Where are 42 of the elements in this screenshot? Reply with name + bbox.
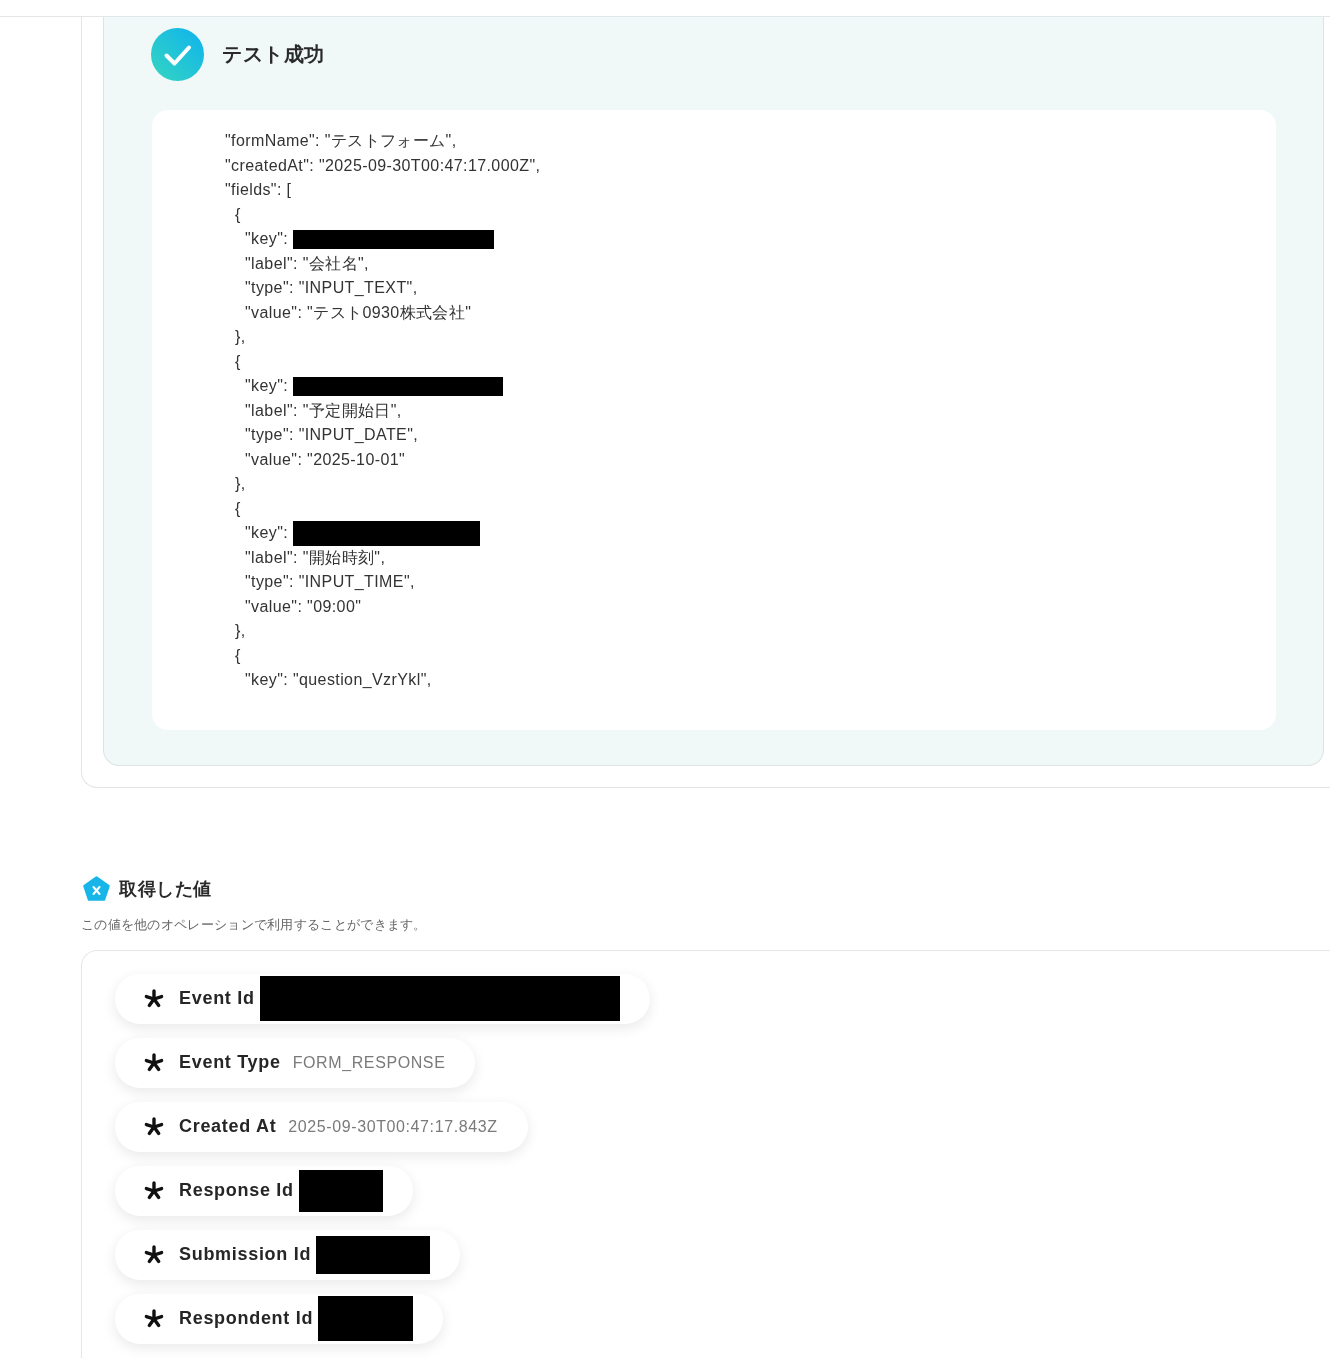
code-line: "value": "2025-10-01" (245, 449, 406, 470)
pill-label: Event Id (179, 988, 255, 1009)
asterisk-icon (144, 1180, 164, 1201)
code-line: "key": (245, 523, 289, 544)
asterisk-icon (144, 1308, 164, 1329)
code-line: "formName": "テストフォーム", (225, 131, 457, 152)
code-line: "label": "開始時刻", (245, 547, 386, 568)
x-pentagon-icon (83, 876, 110, 901)
code-line: "label": "予定開始日", (245, 400, 402, 421)
code-line: { (235, 204, 241, 225)
asterisk-icon (144, 1052, 164, 1073)
pill-label: Respondent Id (179, 1308, 314, 1329)
code-line: "value": "テスト0930株式会社" (245, 302, 472, 323)
code-line: "label": "会社名", (245, 253, 369, 274)
code-line: "key": "question_VzrYkl", (245, 670, 432, 691)
code-line: { (235, 645, 241, 666)
check-circle-icon (151, 28, 204, 81)
section-description: この値を他のオペレーションで利用することができます。 (81, 915, 428, 934)
asterisk-icon (144, 988, 164, 1009)
code-line: "fields": [ (225, 180, 292, 201)
code-line: }, (235, 474, 246, 495)
code-line: { (235, 351, 241, 372)
pill-label: Response Id (179, 1180, 294, 1201)
asterisk-icon (144, 1116, 164, 1137)
code-line: }, (235, 621, 246, 642)
success-title: テスト成功 (222, 42, 325, 67)
pill-label: Created At (179, 1116, 277, 1137)
code-line: "createdAt": "2025-09-30T00:47:17.000Z", (225, 155, 541, 176)
code-line: "type": "INPUT_TEXT", (245, 278, 418, 299)
code-line: "type": "INPUT_TIME", (245, 572, 415, 593)
pill-value: FORM_RESPONSE (292, 1053, 446, 1072)
pill-label: Submission Id (179, 1244, 312, 1265)
code-line: "value": "09:00" (245, 596, 362, 617)
pill-label: Event Type (179, 1052, 281, 1073)
code-line: "key": (245, 376, 289, 397)
pill-value: 2025-09-30T00:47:17.843Z (288, 1117, 498, 1136)
code-line: }, (235, 327, 246, 348)
code-line: "type": "INPUT_DATE", (245, 425, 419, 446)
section-title: 取得した値 (119, 877, 212, 901)
code-line: "key": (245, 229, 289, 250)
asterisk-icon (144, 1244, 164, 1265)
code-line: { (235, 498, 241, 519)
